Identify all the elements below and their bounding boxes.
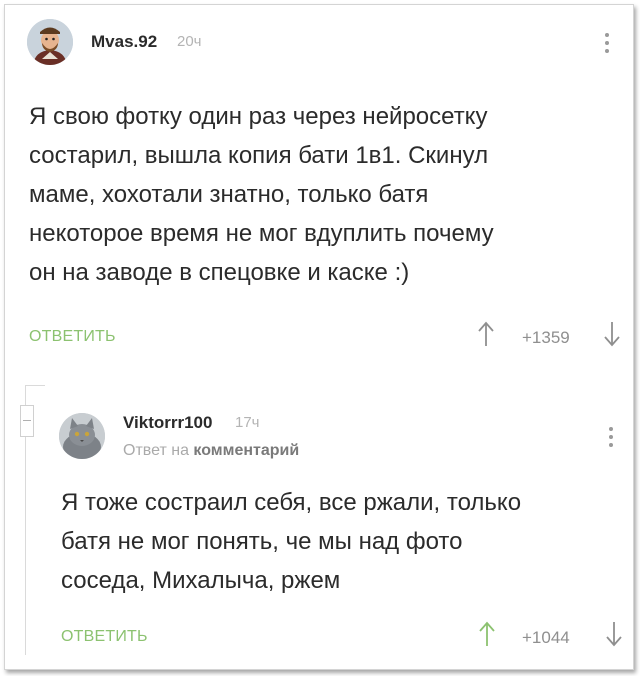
- timestamp: 20ч: [177, 33, 202, 50]
- avatar[interactable]: [59, 413, 105, 459]
- reply-button[interactable]: ОТВЕТИТЬ: [29, 328, 116, 346]
- collapse-button[interactable]: [20, 405, 34, 437]
- reply-button[interactable]: ОТВЕТИТЬ: [61, 628, 148, 646]
- comment-text: Я тоже состраил себя, все ржали, только …: [61, 483, 521, 600]
- reply-to-info: Ответ на комментарий: [123, 442, 299, 460]
- comment-text-line: соседа, Михалыча, ржем: [61, 567, 341, 594]
- comment-text-line: некоторое время не мог вдуплить почему: [29, 220, 494, 247]
- comment-text-line: состарил, вышла копия бати 1в1. Скинул: [29, 142, 489, 169]
- more-vertical-icon[interactable]: [608, 427, 614, 451]
- thread-line: [25, 385, 45, 386]
- comment-text: Я свою фотку один раз через нейросетку с…: [29, 97, 494, 292]
- comment-text-line: маме, хохотали знатно, только батя: [29, 181, 429, 208]
- comment-text-line: батя не мог понять, че мы над фото: [61, 528, 463, 555]
- arrow-up-icon[interactable]: [479, 621, 495, 652]
- comment-text-line: Я свою фотку один раз через нейросетку: [29, 103, 488, 130]
- avatar[interactable]: [27, 19, 73, 65]
- reply-to-prefix: Ответ на: [123, 442, 189, 459]
- arrow-down-icon[interactable]: [604, 321, 620, 352]
- more-vertical-icon[interactable]: [604, 33, 610, 57]
- arrow-up-icon[interactable]: [478, 321, 494, 352]
- score: +1044: [522, 628, 570, 647]
- arrow-down-icon[interactable]: [606, 621, 622, 652]
- username[interactable]: Mvas.92: [91, 32, 157, 52]
- timestamp: 17ч: [235, 414, 260, 431]
- comment-text-line: Я тоже состраил себя, все ржали, только: [61, 489, 522, 516]
- comments-card: Mvas.92 20ч Я свою фотку один раз через …: [4, 4, 634, 670]
- comment-text-line: он на заводе в спецовке и каске :): [29, 259, 410, 286]
- reply-to-link[interactable]: комментарий: [193, 442, 299, 459]
- username[interactable]: Viktorrr100: [123, 413, 212, 433]
- score: +1359: [522, 328, 570, 347]
